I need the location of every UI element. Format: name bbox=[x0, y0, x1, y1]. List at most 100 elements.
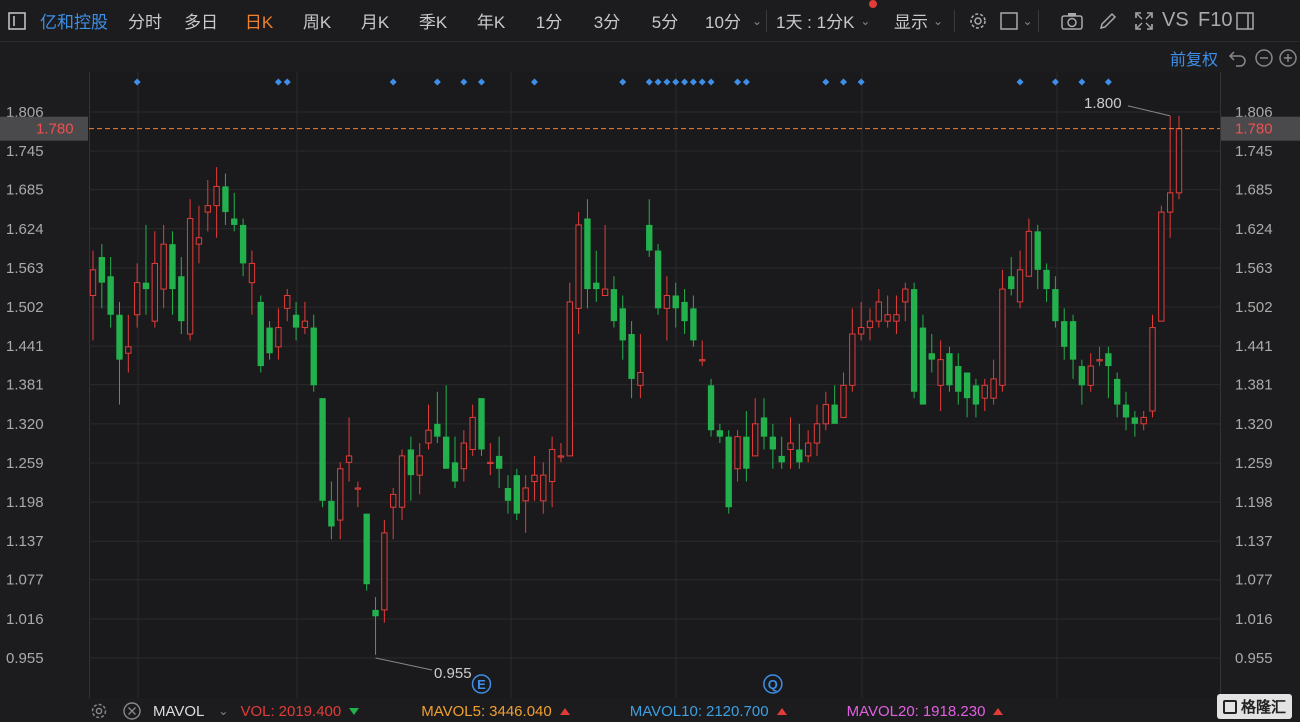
period-tabs: 分时 多日 日K 周K 月K 季K 年K 1分 3分 5分 10分 bbox=[118, 0, 752, 42]
tab-period-1[interactable]: 多日 bbox=[172, 0, 230, 42]
interval-select[interactable]: 1天 : 1分K ⌄ bbox=[776, 0, 874, 42]
candle-body bbox=[928, 353, 935, 360]
f10-button[interactable]: F10 bbox=[1194, 0, 1234, 42]
candle-body bbox=[778, 455, 785, 463]
undo-icon[interactable] bbox=[1228, 48, 1248, 68]
tab-period-0[interactable]: 分时 bbox=[118, 0, 172, 42]
tab-period-6[interactable]: 年K bbox=[462, 0, 520, 42]
candle-body bbox=[902, 288, 909, 303]
tab-period-4[interactable]: 月K bbox=[346, 0, 404, 42]
candle-body bbox=[222, 186, 229, 213]
candle-body bbox=[451, 462, 459, 482]
candle-body bbox=[301, 320, 309, 329]
y-tick-label-right: 1.381 bbox=[1235, 377, 1273, 394]
candle-body bbox=[822, 404, 830, 425]
candle-body bbox=[1114, 378, 1121, 405]
candle-body bbox=[310, 327, 317, 386]
candle-body bbox=[513, 475, 520, 514]
chevron-down-icon[interactable]: ⌄ bbox=[752, 0, 766, 42]
candle-body bbox=[89, 269, 97, 296]
zoom-in-icon[interactable] bbox=[1278, 48, 1298, 68]
candle-body bbox=[460, 442, 468, 470]
candle-body bbox=[239, 224, 247, 264]
candle-body bbox=[416, 455, 423, 476]
mavol5-value: 3446.040 bbox=[489, 702, 552, 720]
candle-body bbox=[840, 384, 847, 418]
panel-icon[interactable] bbox=[1234, 0, 1256, 42]
y-tick-label-right: 1.563 bbox=[1235, 260, 1273, 277]
vs-button[interactable]: VS bbox=[1162, 0, 1194, 42]
candle-body bbox=[716, 430, 724, 437]
candle-body bbox=[1016, 269, 1024, 303]
tab-period-5[interactable]: 季K bbox=[404, 0, 462, 42]
candle-body bbox=[469, 416, 476, 450]
display-select[interactable]: 显示 ⌄ bbox=[884, 0, 954, 42]
candle-body bbox=[487, 461, 494, 465]
candle-body bbox=[1061, 321, 1068, 347]
candle-body bbox=[1166, 192, 1174, 213]
max-annotation-label: 1.800 bbox=[1084, 95, 1122, 112]
candle-body bbox=[637, 371, 644, 386]
candle-body bbox=[1069, 321, 1077, 360]
candle-body bbox=[160, 243, 167, 290]
candle-body bbox=[646, 224, 653, 251]
y-tick-label-right: 1.320 bbox=[1235, 416, 1273, 433]
mavol-legend: MAVOL ⌄ VOL: 2019.400 MAVOL5: 3446.040 M… bbox=[0, 700, 1300, 722]
candle-body bbox=[125, 346, 132, 354]
zoom-out-icon[interactable] bbox=[1254, 48, 1274, 68]
y-tick-label-left: 1.685 bbox=[6, 182, 44, 199]
candle-body bbox=[504, 487, 512, 501]
candle-body bbox=[849, 333, 856, 386]
y-tick-label-left: 1.259 bbox=[6, 455, 44, 472]
candle-body bbox=[796, 449, 803, 463]
candle-body bbox=[1175, 128, 1183, 194]
y-tick-label-left: 1.320 bbox=[6, 416, 44, 433]
candle-body bbox=[893, 314, 900, 322]
min-annotation-label: 0.955 bbox=[434, 665, 472, 682]
candle-body bbox=[186, 218, 194, 335]
gear-icon[interactable] bbox=[962, 0, 994, 42]
camera-icon[interactable] bbox=[1054, 0, 1090, 42]
pencil-icon[interactable] bbox=[1090, 0, 1126, 42]
candle-body bbox=[1078, 366, 1086, 386]
fullscreen-icon[interactable] bbox=[1126, 0, 1162, 42]
candle-body bbox=[381, 532, 388, 611]
mavol10-label: MAVOL10: bbox=[629, 702, 702, 720]
candle-body bbox=[875, 301, 882, 322]
candle-body bbox=[284, 294, 291, 309]
sidebar-toggle-icon[interactable] bbox=[0, 0, 36, 42]
y-tick-label-right: 1.016 bbox=[1235, 611, 1273, 628]
adjust-mode-button[interactable]: 前复权 bbox=[1170, 46, 1218, 70]
mavol20-label: MAVOL20: bbox=[846, 702, 919, 720]
event-marker-E-label: E bbox=[477, 677, 486, 692]
tab-period-9[interactable]: 5分 bbox=[636, 0, 694, 42]
tab-period-7[interactable]: 1分 bbox=[520, 0, 578, 42]
tab-period-2[interactable]: 日K bbox=[230, 0, 288, 42]
kline-chart[interactable]: 1.806 1.8061.745 1.7451.685 1.6851.624 1.624… bbox=[0, 72, 1300, 698]
tab-period-8[interactable]: 3分 bbox=[578, 0, 636, 42]
tab-period-10[interactable]: 10分 bbox=[694, 0, 752, 42]
candle-body bbox=[133, 282, 141, 316]
candle-body bbox=[442, 436, 450, 469]
gear-icon[interactable] bbox=[89, 701, 109, 721]
y-tick-label-right: 1.137 bbox=[1235, 533, 1273, 550]
divider bbox=[1038, 9, 1039, 32]
candle-body bbox=[557, 455, 565, 458]
candle-body bbox=[478, 398, 485, 450]
candle-body bbox=[1025, 230, 1033, 277]
candle-body bbox=[1158, 211, 1165, 322]
chevron-down-icon[interactable]: ⌄ bbox=[218, 704, 228, 718]
candle-body bbox=[434, 423, 441, 437]
close-icon[interactable] bbox=[122, 701, 142, 721]
candle-body bbox=[231, 218, 238, 225]
divider bbox=[766, 9, 767, 32]
tab-period-3[interactable]: 周K bbox=[288, 0, 346, 42]
stock-name[interactable]: 亿和控股 bbox=[36, 0, 118, 42]
candle-body bbox=[672, 295, 679, 309]
toolbar: 亿和控股 分时 多日 日K 周K 月K 季K 年K 1分 3分 5分 10分 ⌄ 1天 : 1分K … bbox=[0, 0, 1300, 42]
up-triangle-icon bbox=[776, 707, 787, 715]
display-label: 显示 bbox=[894, 13, 928, 32]
candle-body bbox=[363, 513, 370, 585]
candle-body bbox=[593, 282, 600, 290]
layout-select[interactable]: ⌄ bbox=[994, 0, 1038, 42]
